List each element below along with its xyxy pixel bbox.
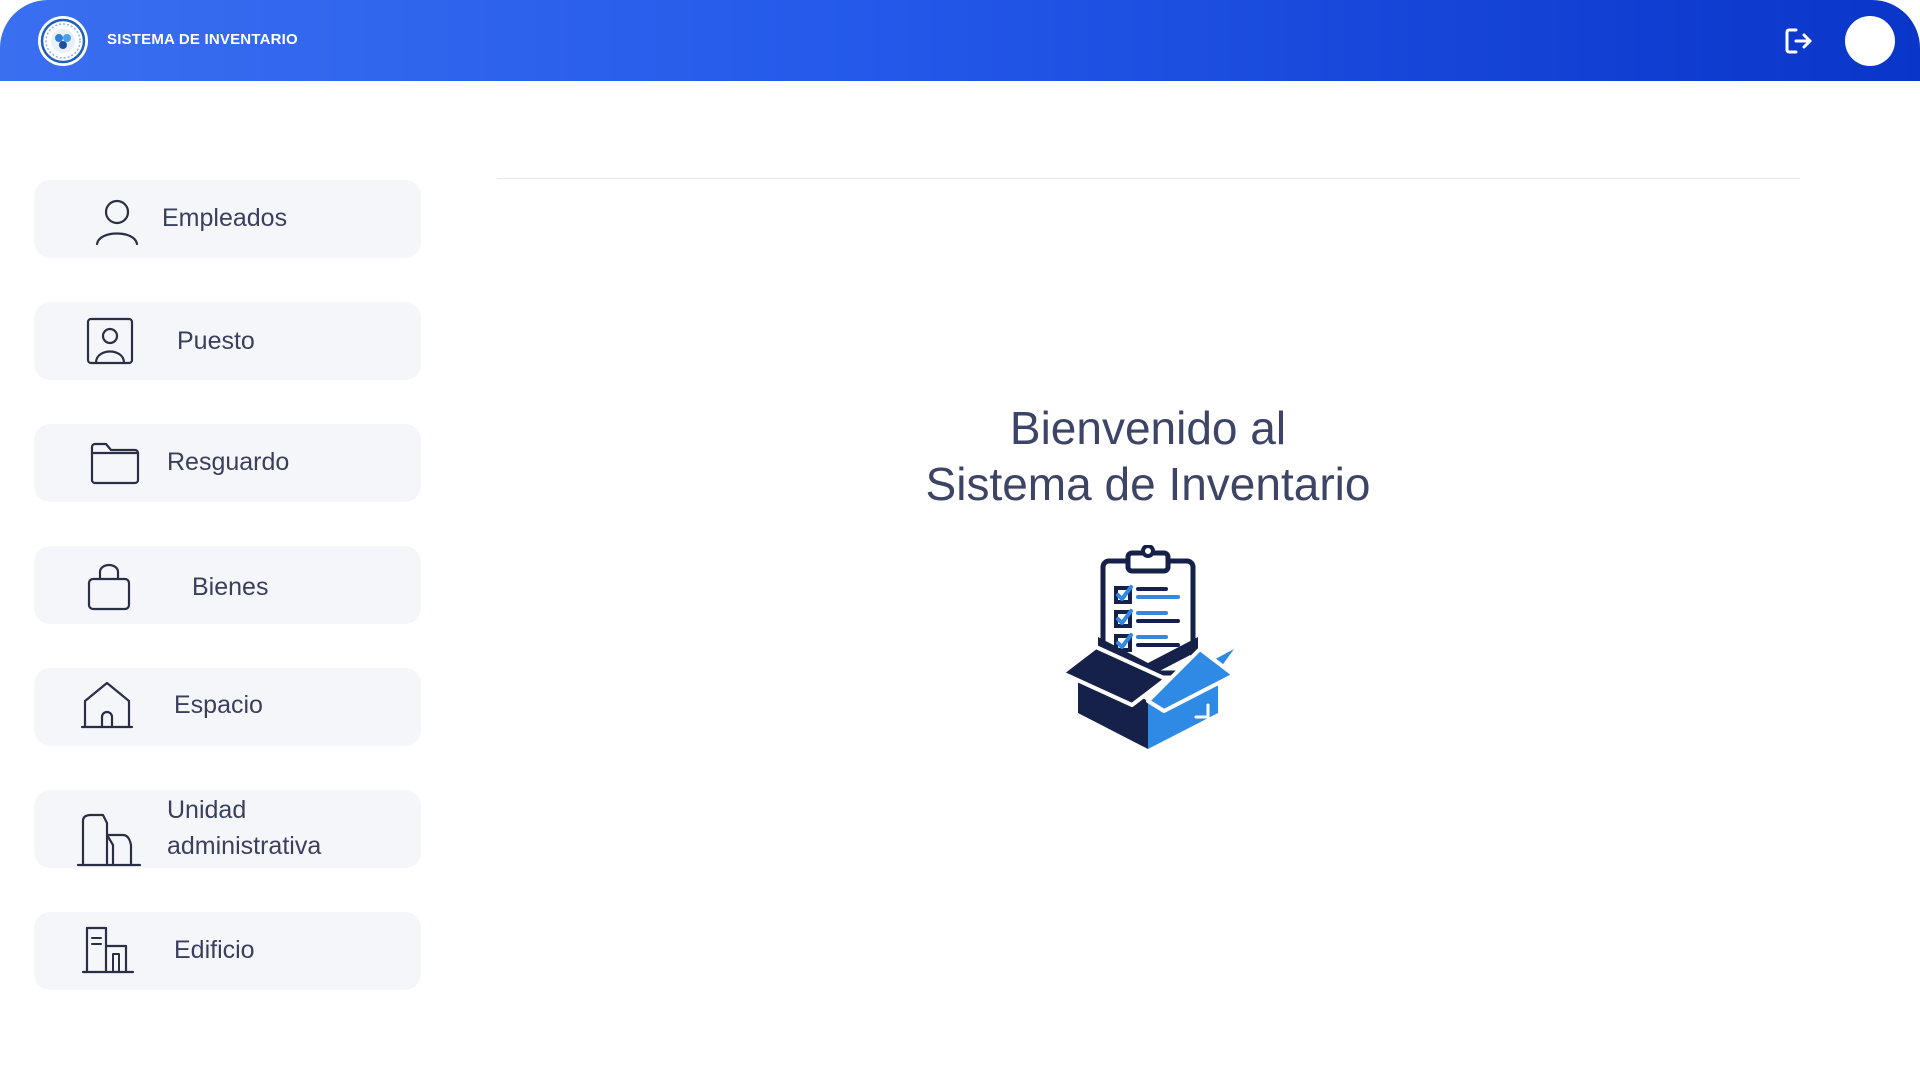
logout-button[interactable] (1782, 24, 1816, 58)
institution-logo-icon (38, 16, 88, 66)
avatar[interactable] (1845, 16, 1895, 66)
buildings-icon (77, 813, 141, 867)
sidebar-item-label: Unidad administrativa (167, 796, 322, 860)
welcome-line-1: Bienvenido al (1009, 402, 1287, 454)
folder-icon (90, 442, 140, 485)
sidebar-item-unidad-administrativa[interactable]: Unidad administrativa (34, 790, 421, 868)
sidebar-item-label: Resguardo (167, 448, 290, 476)
sidebar-item-label: Bienes (192, 573, 269, 601)
inventory-box-clipboard-icon (1060, 545, 1236, 749)
user-icon (95, 199, 139, 246)
sidebar-item-label: Edificio (174, 936, 255, 964)
welcome-line-2: Sistema de Inventario (925, 458, 1371, 510)
sidebar-item-label: Espacio (174, 691, 263, 719)
app-title: SISTEMA DE INVENTARIO (107, 31, 298, 48)
sidebar-item-espacio[interactable]: Espacio (34, 668, 421, 746)
content-divider (497, 178, 1800, 179)
sidebar-item-empleados[interactable]: Empleados (34, 180, 421, 258)
sidebar-item-label: Empleados (162, 204, 288, 232)
sidebar-item-label: Puesto (177, 327, 255, 355)
sidebar-item-edificio[interactable]: Edificio (34, 912, 421, 990)
sidebar-item-bienes[interactable]: Bienes (34, 546, 421, 624)
sidebar-item-resguardo[interactable]: Resguardo (34, 424, 421, 502)
building-icon (82, 926, 134, 974)
sidebar-item-puesto[interactable]: Puesto (34, 302, 421, 380)
top-bar: SISTEMA DE INVENTARIO (0, 0, 1920, 81)
bag-icon (87, 563, 131, 611)
house-icon (80, 681, 134, 729)
logout-icon (1785, 28, 1812, 54)
id-badge-icon (86, 317, 134, 365)
welcome-message: Bienvenido al Sistema de Inventario (818, 400, 1478, 512)
